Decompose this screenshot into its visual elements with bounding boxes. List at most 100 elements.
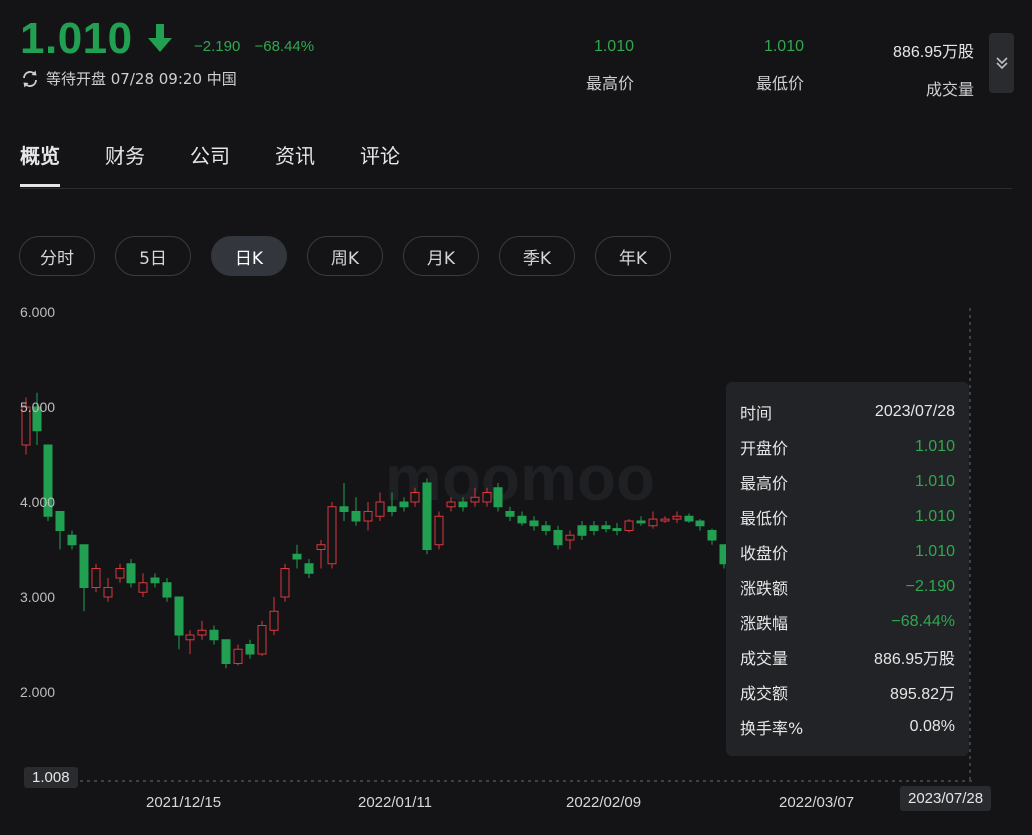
candle-body [103, 587, 113, 598]
tooltip-row: 成交额 895.82万 [740, 674, 955, 709]
candle-body [410, 492, 420, 503]
y-tick: 4.000 [20, 494, 56, 510]
candle-body [434, 515, 444, 546]
tooltip-row: 涨跌额 −2.190 [740, 569, 955, 604]
tooltip-key: 换手率% [740, 718, 804, 738]
candle-body [589, 525, 599, 531]
refresh-icon[interactable] [20, 69, 40, 89]
candle-body [126, 563, 136, 584]
x-tick: 2021/12/15 [146, 794, 222, 811]
tooltip-key: 收盘价 [740, 543, 789, 563]
candle-body [91, 568, 101, 588]
stat-high-label: 最高价 [585, 74, 634, 93]
period-quarterly[interactable]: 季K [499, 236, 575, 276]
period-5day[interactable]: 5日 [115, 236, 191, 276]
tab-divider [20, 188, 1012, 189]
candle-body [316, 544, 326, 550]
tooltip-value: 895.82万 [890, 685, 955, 703]
x-tick: 2022/02/09 [566, 794, 642, 811]
candle-body [387, 506, 397, 512]
candle-body [565, 534, 575, 541]
candle-body [470, 496, 480, 503]
tooltip-key: 成交量 [740, 648, 789, 668]
price-change: −2.190 −68.44% [194, 38, 314, 55]
stat-high-value: 1.010 [593, 38, 634, 55]
tooltip-value: 1.010 [914, 472, 955, 490]
tooltip-value: 1.010 [914, 507, 955, 525]
x-tick: 2022/03/07 [779, 794, 855, 811]
candle-body [517, 515, 527, 524]
tooltip-key: 最高价 [740, 473, 789, 493]
candle-body [541, 525, 551, 531]
stat-low: 1.010 最低价 [730, 38, 804, 94]
tooltip-value: −2.190 [905, 577, 955, 595]
down-arrow-icon [148, 24, 172, 52]
candle-body [577, 525, 587, 536]
tab-company[interactable]: 公司 [190, 140, 230, 187]
tooltip-row: 成交量 886.95万股 [740, 639, 955, 674]
candle-body [636, 520, 646, 524]
period-daily[interactable]: 日K [211, 236, 287, 276]
period-weekly[interactable]: 周K [307, 236, 383, 276]
tab-news[interactable]: 资讯 [275, 140, 315, 187]
candle-body [280, 568, 290, 598]
tab-overview[interactable]: 概览 [20, 140, 60, 187]
tooltip-key: 涨跌幅 [740, 613, 789, 633]
candle-body [695, 520, 705, 527]
tooltip-row: 换手率% 0.08% [740, 709, 955, 744]
candle-body [185, 634, 195, 641]
y-tick: 2.000 [20, 684, 56, 700]
tab-financials[interactable]: 财务 [105, 140, 145, 187]
candle-body [351, 511, 361, 522]
candle-body [55, 511, 65, 531]
candle-body [292, 553, 302, 560]
period-selector: 分时 5日 日K 周K 月K 季K 年K [19, 236, 671, 276]
period-intraday[interactable]: 分时 [19, 236, 95, 276]
tooltip-value: 886.95万股 [874, 650, 955, 668]
candle-body [446, 501, 456, 508]
candle-body [482, 492, 492, 503]
expand-button[interactable] [989, 33, 1014, 93]
x-tick: 2022/01/11 [358, 794, 432, 811]
tooltip-value: 1.010 [914, 437, 955, 455]
tooltip-value: 2023/07/28 [874, 402, 955, 420]
tooltip-value: 0.08% [909, 717, 955, 735]
candle-body [458, 501, 468, 508]
tooltip-key: 最低价 [740, 508, 789, 528]
ohlc-tooltip: 时间 2023/07/28 开盘价 1.010 最高价 1.010 最低价 1.010 收盘价 1… [726, 382, 969, 756]
y-tick: 5.000 [20, 399, 56, 415]
period-yearly[interactable]: 年K [595, 236, 671, 276]
stat-low-label: 最低价 [755, 74, 804, 93]
current-price-tag: 1.008 [24, 767, 78, 788]
current-price: 1.010 [20, 14, 133, 63]
y-tick: 3.000 [20, 589, 56, 605]
tooltip-key: 时间 [740, 403, 773, 423]
y-tick: 6.000 [20, 304, 56, 320]
candle-body [221, 639, 231, 664]
tooltip-row: 开盘价 1.010 [740, 429, 955, 464]
candle-body [339, 506, 349, 512]
crosshair-date-tag: 2023/07/28 [900, 786, 992, 811]
candle-body [233, 648, 243, 664]
candle-body [660, 518, 670, 522]
candle-body [138, 582, 148, 593]
stat-low-value: 1.010 [763, 38, 804, 55]
candle-body [79, 544, 89, 588]
candle-body [327, 506, 337, 565]
candle-body [707, 530, 717, 541]
candle-body [363, 511, 373, 522]
market-status: 等待开盘 07/28 09:20 中国 [20, 68, 237, 89]
candle-body [422, 482, 432, 550]
tooltip-row: 最高价 1.010 [740, 464, 955, 499]
tooltip-key: 开盘价 [740, 438, 789, 458]
stat-volume-label: 成交量 [925, 80, 974, 99]
stat-volume: 886.95万股 成交量 [860, 38, 974, 100]
candle-body [174, 596, 184, 636]
period-monthly[interactable]: 月K [403, 236, 479, 276]
tab-comments[interactable]: 评论 [360, 140, 400, 187]
candle-body [67, 534, 77, 546]
candle-body [197, 629, 207, 636]
tooltip-row: 最低价 1.010 [740, 499, 955, 534]
candle-body [493, 487, 503, 508]
status-text: 等待开盘 07/28 09:20 中国 [46, 70, 237, 88]
